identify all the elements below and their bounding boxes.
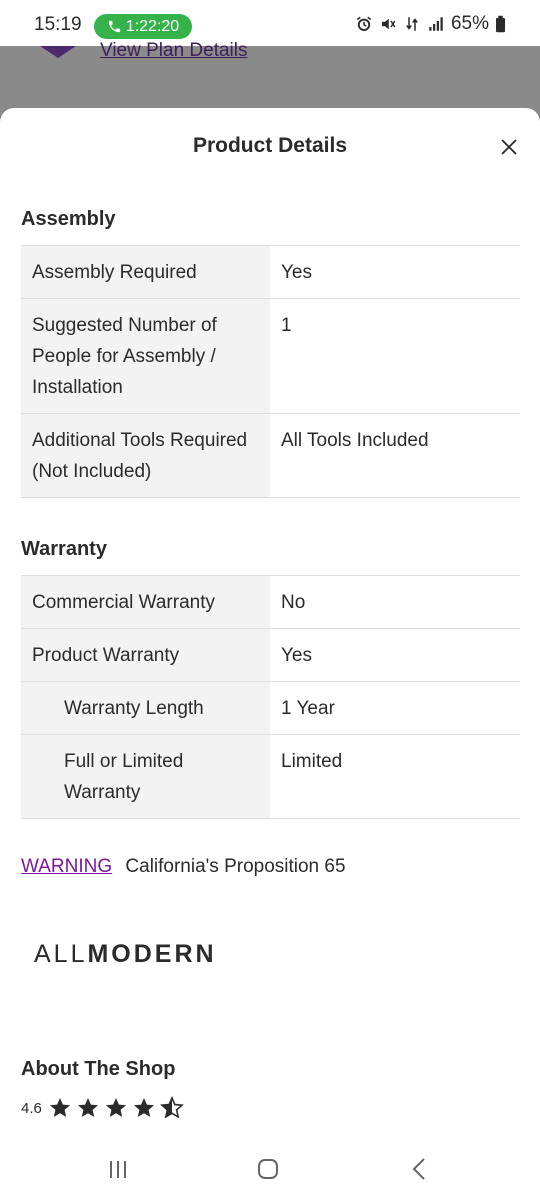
recent-apps-icon[interactable] (103, 1154, 133, 1184)
assembly-table: Assembly Required Yes Suggested Number o… (21, 245, 520, 498)
mute-icon (381, 18, 396, 30)
spec-label: Additional Tools Required (Not Included) (21, 413, 270, 498)
plan-icon (40, 46, 76, 58)
table-row: Full or Limited Warranty Limited (21, 734, 520, 819)
battery-text: 65% (450, 13, 489, 34)
spec-label: Warranty Length (21, 681, 270, 735)
call-timer: 1:22:20 (125, 17, 180, 35)
warranty-section-title: Warranty (21, 538, 107, 560)
spec-value: No (270, 575, 520, 629)
call-timer-pill[interactable]: 1:22:20 (94, 14, 192, 39)
sheet-title: Product Details (192, 134, 348, 157)
table-row: Additional Tools Required (Not Included)… (21, 413, 520, 498)
product-details-sheet: Product Details Assembly Assembly Requir… (0, 108, 540, 1200)
spec-label: Suggested Number of People for Assembly … (21, 298, 270, 414)
warning-link[interactable]: WARNING (21, 856, 112, 877)
about-shop-title: About The Shop (21, 1058, 176, 1080)
spec-value: Yes (270, 628, 520, 682)
brand-logo-part1: ALL (34, 940, 88, 968)
spec-label: Product Warranty (21, 628, 270, 682)
status-bar: 15:19 1:22:20 65% (0, 0, 540, 46)
assembly-section-title: Assembly (21, 208, 116, 230)
spec-label: Full or Limited Warranty (21, 734, 270, 819)
close-icon[interactable] (498, 136, 520, 158)
table-row: Commercial Warranty No (21, 575, 520, 629)
status-icons: 65% (355, 13, 506, 35)
view-plan-details-link[interactable]: View Plan Details (100, 40, 248, 62)
spec-label: Commercial Warranty (21, 575, 270, 629)
shop-rating[interactable]: 4.6 (21, 1096, 184, 1120)
star-filled-icon (105, 1098, 126, 1117)
spec-value: 1 Year (270, 681, 520, 735)
brand-logo-part2: MODERN (87, 940, 217, 968)
warning-text: California's Proposition 65 (125, 856, 346, 877)
star-filled-icon (133, 1098, 154, 1117)
alarm-icon (356, 16, 372, 31)
spec-value: Limited (270, 734, 520, 819)
warranty-table: Commercial Warranty No Product Warranty … (21, 575, 520, 819)
home-icon[interactable] (253, 1154, 283, 1184)
status-time: 15:19 (34, 14, 82, 35)
table-row: Assembly Required Yes (21, 245, 520, 299)
battery-icon (496, 15, 505, 33)
star-filled-icon (49, 1098, 70, 1117)
table-row: Warranty Length 1 Year (21, 681, 520, 735)
star-half-icon (159, 1096, 184, 1119)
background-page: View Plan Details (0, 40, 540, 116)
back-icon[interactable] (405, 1154, 435, 1184)
star-filled-icon (77, 1098, 98, 1117)
table-row: Suggested Number of People for Assembly … (21, 298, 520, 414)
phone-icon (108, 20, 120, 33)
brand-logo[interactable]: ALLMODERN (34, 940, 217, 969)
prop65-warning: WARNING California's Proposition 65 (21, 856, 346, 878)
rating-value: 4.6 (21, 1099, 42, 1117)
table-row: Product Warranty Yes (21, 628, 520, 682)
spec-label: Assembly Required (21, 245, 270, 299)
spec-value: All Tools Included (270, 413, 520, 498)
signal-icon (429, 17, 443, 31)
spec-value: Yes (270, 245, 520, 299)
data-icon (406, 17, 418, 31)
spec-value: 1 (270, 298, 520, 414)
system-nav-bar (0, 1140, 540, 1200)
